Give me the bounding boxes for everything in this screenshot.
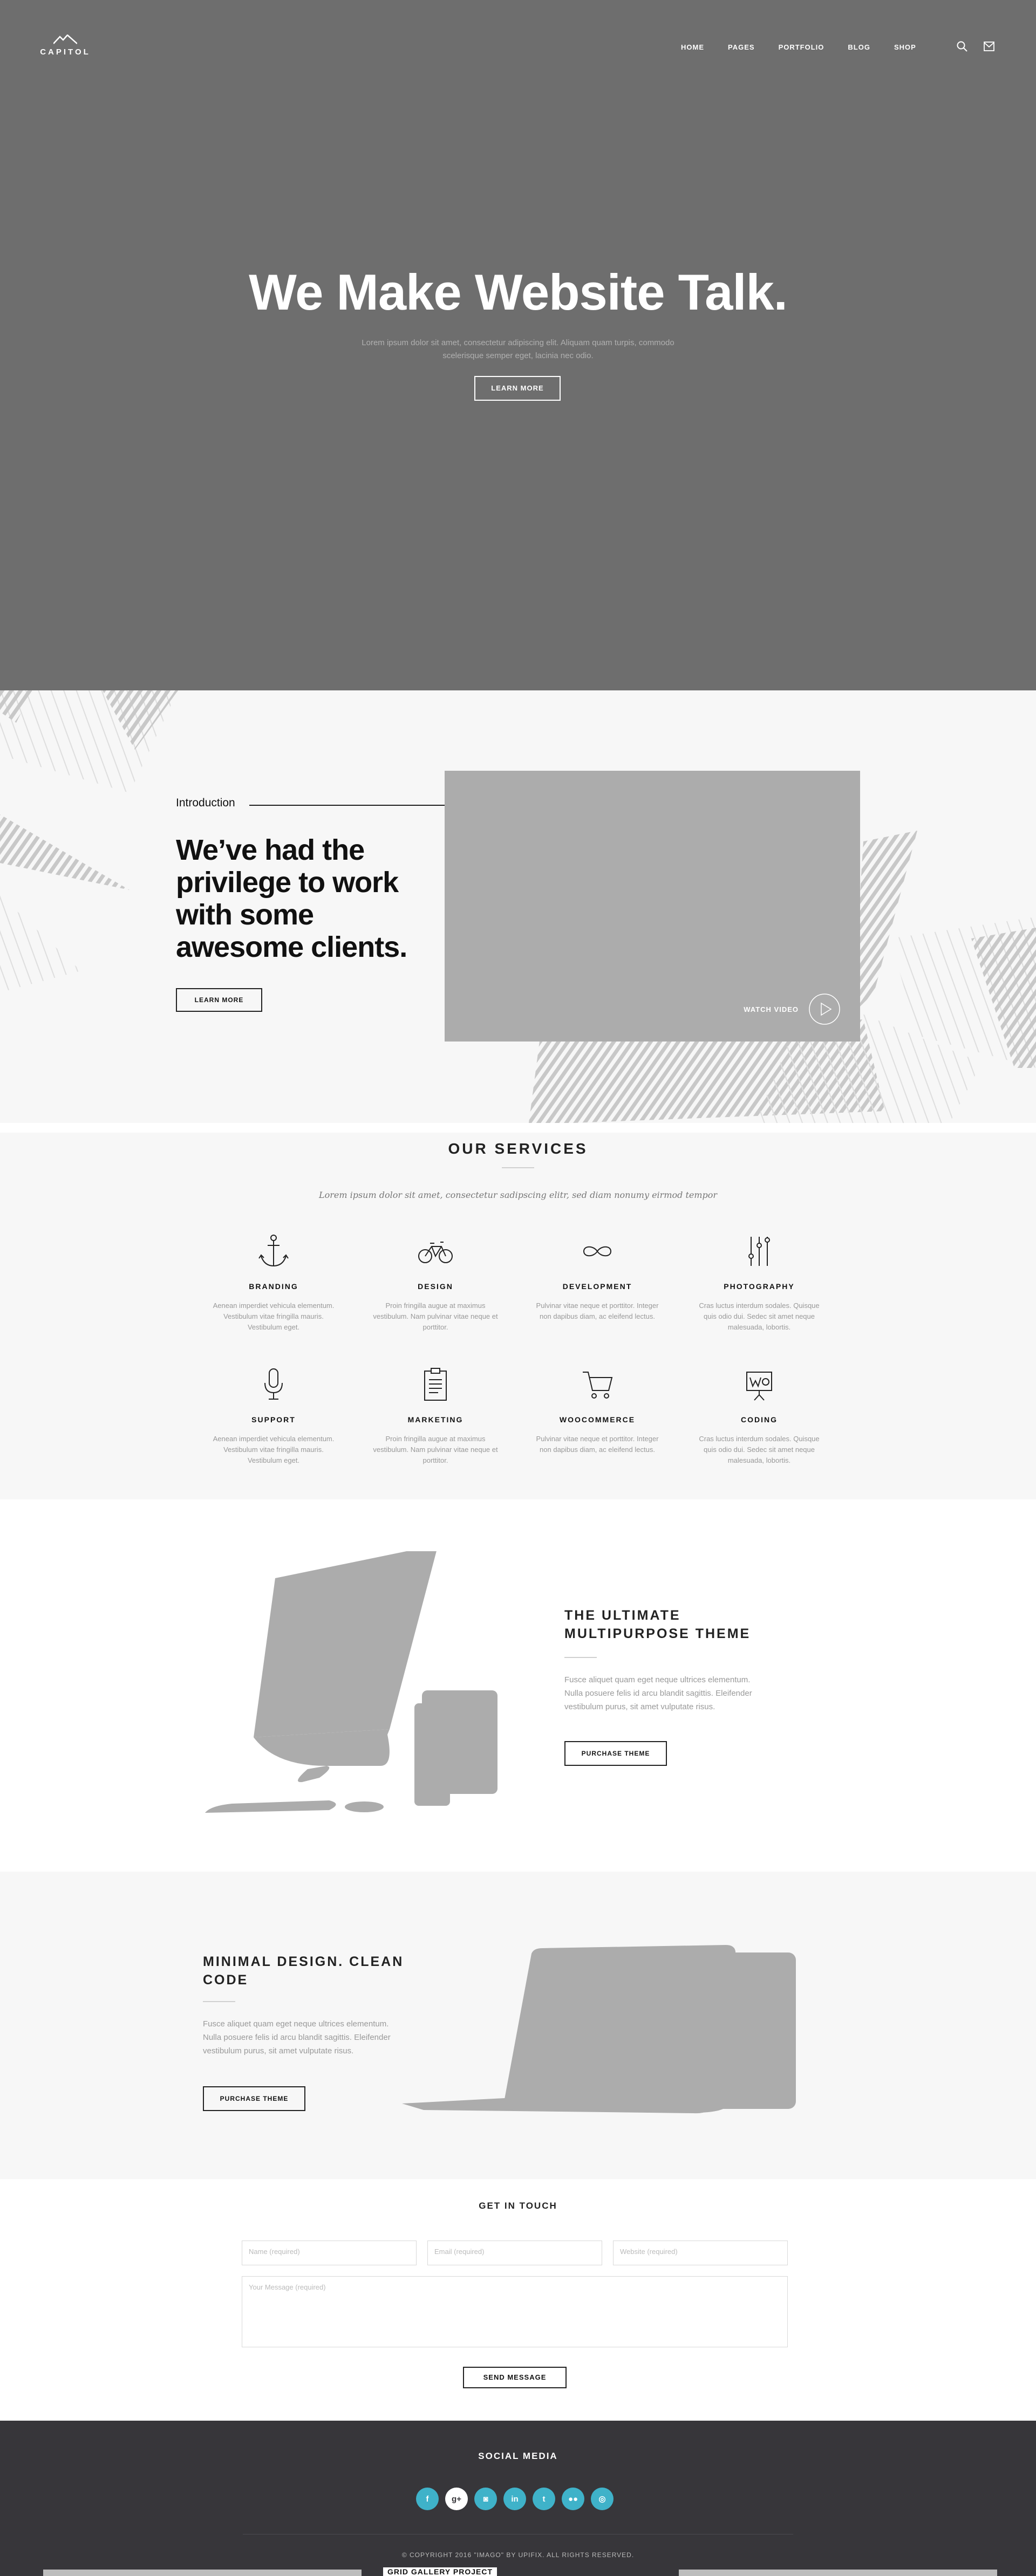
header-icons [956,40,1010,52]
services-title: OUR SERVICES [448,1140,588,1157]
ultimate-underline [564,1657,597,1658]
service-coding[interactable]: CODING Cras luctus interdum sodales. Qui… [686,1366,832,1466]
nav-shop[interactable]: SHOP [894,43,916,51]
service-photography[interactable]: PHOTOGRAPHY Cras luctus interdum sodales… [686,1232,832,1333]
search-icon[interactable] [956,40,968,52]
ultimate-theme-section: THE ULTIMATE MULTIPURPOSE THEME Fusce al… [0,1499,1036,1872]
bicycle-icon [418,1242,453,1263]
nav-portfolio[interactable]: PORTFOLIO [779,43,824,51]
nav-pages[interactable]: PAGES [728,43,755,51]
main-nav: HOME PAGES PORTFOLIO BLOG SHOP [681,43,940,51]
social-media-title: SOCIAL MEDIA [478,2451,558,2461]
watch-video-control[interactable]: WATCH VIDEO [744,993,841,1025]
intro-label: Introduction [176,797,235,809]
service-woocommerce[interactable]: WOOCOMMERCE Pulvinar vitae neque et port… [524,1366,670,1455]
service-name: MARKETING [407,1415,464,1424]
intro-learn-more-button[interactable]: LEARN MORE [176,988,262,1012]
watch-video-label: WATCH VIDEO [744,1005,799,1013]
service-name: CODING [741,1415,778,1424]
nav-home[interactable]: HOME [681,43,704,51]
social-icons: f g+ ◙ in t ●● ◎ [416,2488,620,2510]
ultimate-purchase-button[interactable]: PURCHASE THEME [564,1741,667,1766]
service-name: DESIGN [418,1282,453,1291]
cart-icon [583,1372,613,1399]
contact-title: GET IN TOUCH [479,2201,557,2211]
linkedin-icon[interactable]: in [503,2488,526,2510]
service-name: PHOTOGRAPHY [724,1282,795,1291]
service-desc: Pulvinar vitae neque et porttitor. Integ… [536,1435,659,1454]
intro-section: Introduction We’ve had the privilege to … [0,690,1036,1123]
service-desc: Aenean imperdiet vehicula elementum. Ves… [213,1301,335,1331]
website-field[interactable]: Website (required) [613,2241,788,2265]
laptop-tablet-illustration [402,1945,796,2114]
intro-divider [249,805,446,806]
mail-icon[interactable] [983,40,995,52]
infinity-icon [583,1246,612,1257]
service-name: WOOCOMMERCE [559,1415,636,1424]
anchor-icon [258,1235,289,1267]
logo-text: CAPITOL [40,47,91,57]
service-desc: Aenean imperdiet vehicula elementum. Ves… [213,1435,335,1464]
nav-blog[interactable]: BLOG [848,43,870,51]
minimal-purchase-button[interactable]: PURCHASE THEME [203,2086,305,2111]
sliders-icon [748,1237,770,1266]
minimal-desc: Fusce aliquet quam eget neque ultrices e… [203,2019,391,2056]
flickr-icon[interactable]: ●● [562,2488,584,2510]
presentation-icon [746,1372,772,1401]
dribbble-icon[interactable]: ◎ [591,2488,614,2510]
mountain-logo-icon [53,35,77,44]
instagram-icon[interactable]: ◙ [474,2488,497,2510]
footer-section: SOCIAL MEDIA f g+ ◙ in t ●● ◎ © COPYRIGH… [0,2421,1036,2576]
service-design[interactable]: DESIGN Proin fringilla augue at maximus … [363,1232,508,1333]
google-plus-icon[interactable]: g+ [445,2488,468,2510]
minimal-underline [203,2001,235,2002]
hero-learn-more-button[interactable]: LEARN MORE [474,376,561,401]
hero-subtitle: Lorem ipsum dolor sit amet, consectetur … [362,338,674,360]
ultimate-desc: Fusce aliquet quam eget neque ultrices e… [564,1675,752,1711]
service-name: SUPPORT [251,1415,296,1424]
facebook-icon[interactable]: f [416,2488,439,2510]
service-desc: Proin fringilla augue at maximus vestibu… [373,1435,498,1464]
logo[interactable]: CAPITOL [36,35,95,60]
twitter-icon[interactable]: t [533,2488,555,2510]
service-desc: Cras luctus interdum sodales. Quisque qu… [699,1435,820,1464]
intro-heading: We’ve had the privilege to work with som… [176,834,407,963]
hero-section: CAPITOL HOME PAGES PORTFOLIO BLOG SHOP W… [0,0,1036,690]
name-field[interactable]: Name (required) [242,2241,417,2265]
play-icon[interactable] [808,993,841,1025]
send-message-button[interactable]: SEND MESSAGE [463,2367,567,2388]
service-desc: Proin fringilla augue at maximus vestibu… [373,1301,498,1331]
email-field[interactable]: Email (required) [427,2241,602,2265]
services-tagline: Lorem ipsum dolor sit amet, consectetur … [318,1190,718,1200]
service-name: BRANDING [249,1282,298,1291]
microphone-icon [264,1368,283,1400]
gallery-strip-left [43,2570,362,2576]
ultimate-title: THE ULTIMATE MULTIPURPOSE THEME [564,1608,751,1641]
hero-title: We Make Website Talk. [249,264,788,320]
service-marketing[interactable]: MARKETING Proin fringilla augue at maxim… [363,1366,508,1466]
services-title-underline [502,1167,534,1168]
service-branding[interactable]: BRANDING Aenean imperdiet vehicula eleme… [201,1232,346,1333]
service-desc: Cras luctus interdum sodales. Quisque qu… [699,1301,820,1331]
contact-section: GET IN TOUCH Name (required) Email (requ… [0,2179,1036,2421]
copyright-text: © COPYRIGHT 2016 "IMAGO" BY UPIFIX. ALL … [401,2551,635,2559]
clipboard-icon [424,1368,447,1401]
service-name: DEVELOPMENT [562,1282,632,1291]
service-desc: Pulvinar vitae neque et porttitor. Integ… [536,1301,659,1320]
service-support[interactable]: SUPPORT Aenean imperdiet vehicula elemen… [201,1366,346,1466]
minimal-design-section: MINIMAL DESIGN. CLEAN CODE Fusce aliquet… [0,1872,1036,2179]
desktop-devices-illustration [205,1551,497,1813]
service-development[interactable]: DEVELOPMENT Pulvinar vitae neque et port… [524,1232,670,1322]
gallery-strip-right [679,2570,997,2576]
message-textarea[interactable]: Your Message (required) [242,2276,788,2347]
minimal-title: MINIMAL DESIGN. CLEAN CODE [203,1954,404,1988]
services-section: OUR SERVICES Lorem ipsum dolor sit amet,… [0,1133,1036,1499]
video-placeholder[interactable]: WATCH VIDEO [445,771,860,1042]
gallery-strip-label: GRID GALLERY PROJECT [383,2567,497,2576]
